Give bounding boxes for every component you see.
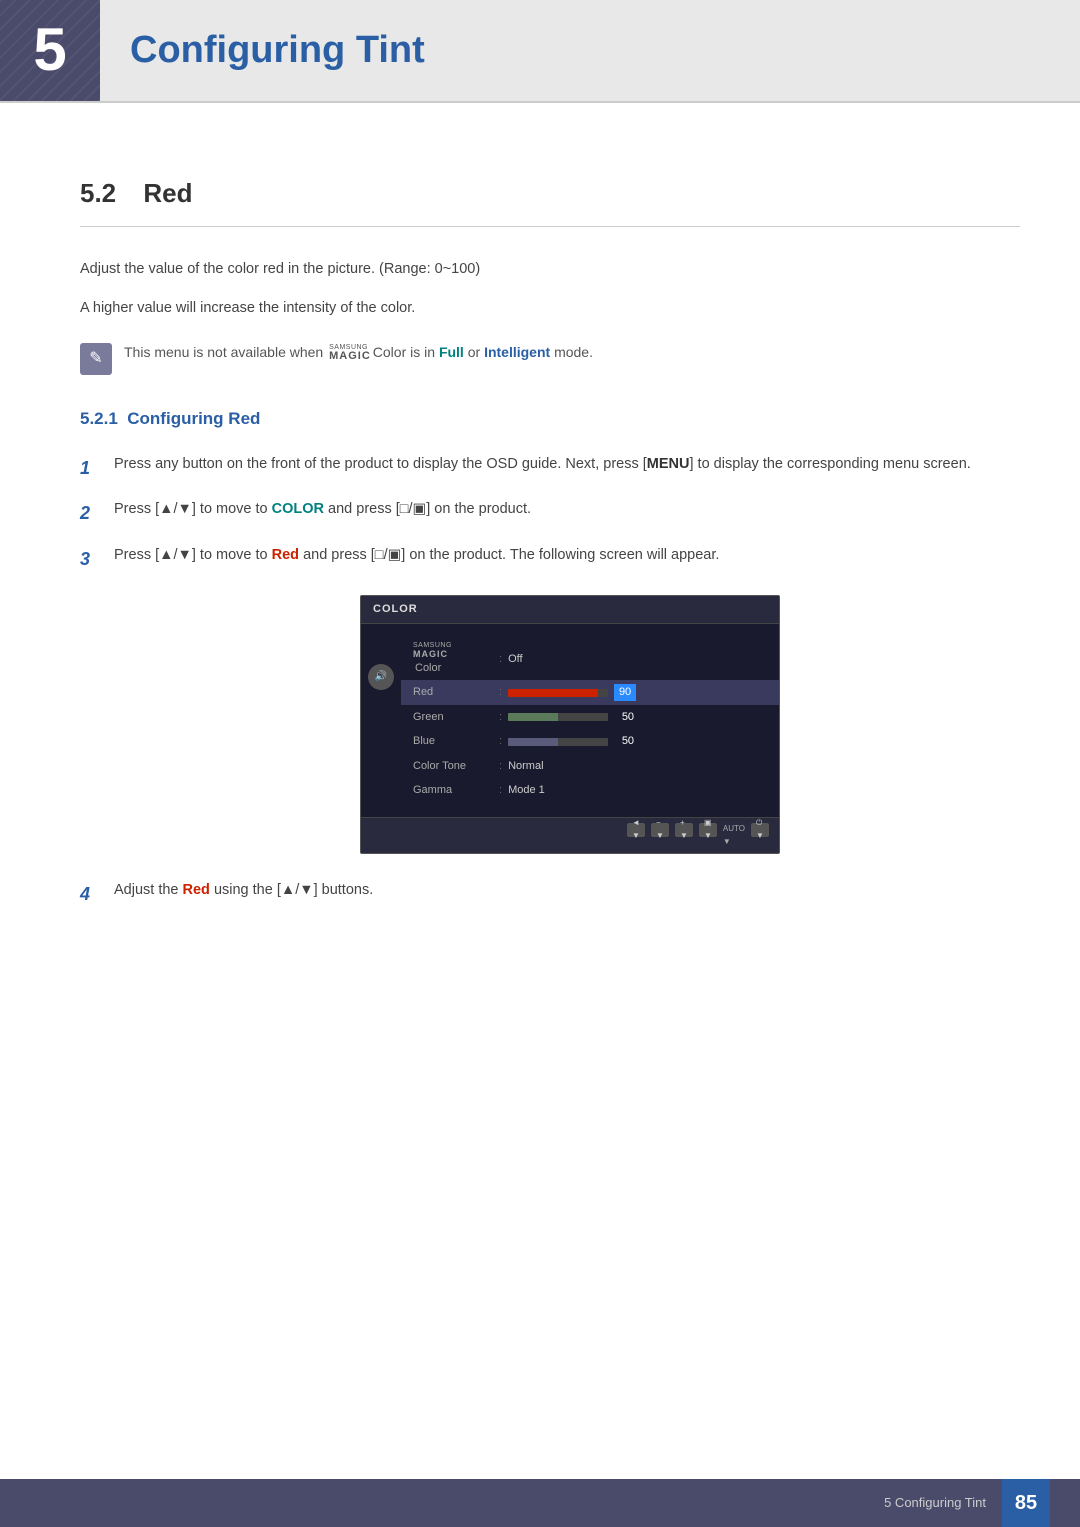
osd-btn-auto-label: AUTO▼ [723, 823, 745, 849]
osd-num-green: 50 [614, 709, 634, 726]
osd-label-colortone: Color Tone [413, 758, 493, 775]
subsection-heading: 5.2.1 Configuring Red [80, 405, 1020, 432]
osd-bar-green [508, 713, 608, 721]
osd-left-panel: 🔊 [361, 634, 401, 807]
step-num-1: 1 [80, 452, 98, 484]
osd-label-red: Red [413, 684, 493, 701]
osd-item-gamma: Gamma : Mode 1 [401, 778, 779, 803]
osd-item-blue: Blue : 50 [401, 729, 779, 754]
footer-chapter-text: 5 Configuring Tint [884, 1493, 986, 1514]
osd-item-magic-color: SAMSUNG MAGIC Color : Off [401, 638, 779, 680]
osd-bar-red [508, 689, 608, 697]
osd-bar-blue [508, 738, 608, 746]
osd-body: 🔊 SAMSUNG MAGIC Color : Off [361, 624, 779, 817]
osd-header: COLOR [361, 596, 779, 625]
section-number: 5.2 [80, 178, 116, 208]
osd-value-red: 90 [508, 684, 636, 701]
description-2: A higher value will increase the intensi… [80, 296, 1020, 321]
osd-value-gamma: Mode 1 [508, 782, 545, 799]
osd-label-blue: Blue [413, 733, 493, 750]
step-text-3: Press [▲/▼] to move to Red and press [□/… [114, 543, 1020, 575]
step-4: 4 Adjust the Red using the [▲/▼] buttons… [80, 878, 1020, 910]
chapter-title: Configuring Tint [100, 0, 455, 101]
brand-magic-color: SAMSUNGMAGIC [329, 344, 371, 362]
osd-label-gamma: Gamma [413, 782, 493, 799]
osd-menu-items: SAMSUNG MAGIC Color : Off Red : [401, 634, 779, 807]
osd-screen: COLOR 🔊 SAMSUNG MAGIC Color [360, 595, 780, 855]
footer-page-number: 85 [1002, 1479, 1050, 1527]
note-box: This menu is not available when SAMSUNGM… [80, 341, 1020, 375]
section-title: Red [143, 178, 192, 208]
osd-footer: ◄▼ −▼ +▼ ▣▼ AUTO▼ ⏻▼ [361, 817, 779, 854]
chapter-number: 5 [0, 0, 100, 101]
osd-container: COLOR 🔊 SAMSUNG MAGIC Color [120, 595, 1020, 855]
osd-item-red: Red : 90 [401, 680, 779, 705]
section-heading: 5.2 Red [80, 173, 1020, 228]
page-footer: 5 Configuring Tint 85 [0, 1479, 1080, 1527]
osd-label-green: Green [413, 709, 493, 726]
osd-num-red: 90 [614, 684, 636, 701]
osd-num-blue: 50 [614, 733, 634, 750]
osd-btn-enter: ▣▼ [699, 823, 717, 837]
step-text-1: Press any button on the front of the pro… [114, 452, 1020, 484]
osd-btn-plus: +▼ [675, 823, 693, 837]
steps-list: 1 Press any button on the front of the p… [80, 452, 1020, 575]
main-content: 5.2 Red Adjust the value of the color re… [0, 143, 1080, 1010]
chapter-header: 5 Configuring Tint [0, 0, 1080, 103]
step-text-4: Adjust the Red using the [▲/▼] buttons. [114, 878, 1020, 910]
step-4-list: 4 Adjust the Red using the [▲/▼] buttons… [80, 878, 1020, 910]
chapter-title-area: Configuring Tint [100, 0, 1080, 101]
step-1: 1 Press any button on the front of the p… [80, 452, 1020, 484]
osd-item-green: Green : 50 [401, 705, 779, 730]
osd-value-green: 50 [508, 709, 634, 726]
osd-value-blue: 50 [508, 733, 634, 750]
osd-value-magic: Off [508, 651, 522, 668]
step-num-2: 2 [80, 497, 98, 529]
osd-speaker-icon: 🔊 [368, 664, 394, 690]
osd-label-magic: SAMSUNG MAGIC Color [413, 642, 493, 676]
osd-btn-left: ◄▼ [627, 823, 645, 837]
osd-btn-minus: −▼ [651, 823, 669, 837]
note-icon [80, 343, 112, 375]
osd-item-colortone: Color Tone : Normal [401, 754, 779, 779]
step-num-3: 3 [80, 543, 98, 575]
step-text-2: Press [▲/▼] to move to COLOR and press [… [114, 497, 1020, 529]
step-2: 2 Press [▲/▼] to move to COLOR and press… [80, 497, 1020, 529]
osd-value-colortone: Normal [508, 758, 543, 775]
osd-btn-power: ⏻▼ [751, 823, 769, 837]
note-text: This menu is not available when SAMSUNGM… [124, 341, 593, 363]
description-1: Adjust the value of the color red in the… [80, 257, 1020, 282]
step-3: 3 Press [▲/▼] to move to Red and press [… [80, 543, 1020, 575]
step-num-4: 4 [80, 878, 98, 910]
